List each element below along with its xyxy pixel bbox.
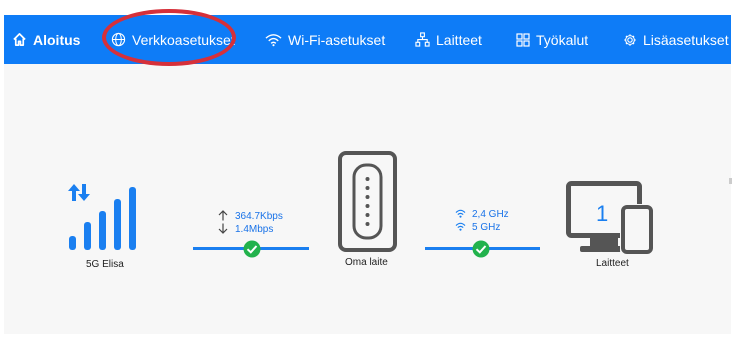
device-count: 1: [596, 201, 609, 226]
upload-speed: 364.7Kbps: [235, 211, 283, 222]
upload-arrow-icon: [218, 210, 228, 221]
lan-ok-check-icon: [472, 240, 490, 258]
download-arrow-icon: [218, 223, 228, 234]
signal-strength-icon: [68, 184, 136, 250]
highlight-annotation-circle: [102, 9, 236, 66]
nav-wifi-settings-label: Wi-Fi-asetukset: [288, 31, 386, 48]
nav-more-settings-label: Lisäasetukset: [643, 31, 729, 48]
nav-home-label: Aloitus: [33, 31, 81, 48]
grid-icon: [516, 32, 530, 47]
download-speed: 1.4Mbps: [235, 224, 274, 235]
devices-monitor-phone-icon: [566, 181, 654, 255]
nav-more-settings[interactable]: Lisäasetukset: [623, 15, 729, 64]
nav-home[interactable]: Aloitus: [12, 15, 80, 64]
wan-ok-check-icon: [243, 240, 261, 258]
nav-tools-label: Työkalut: [536, 31, 589, 48]
gear-icon: [624, 33, 636, 46]
nav-wifi-settings[interactable]: Wi-Fi-asetukset: [265, 15, 385, 64]
wifi-icon: [265, 33, 282, 46]
home-icon: [13, 33, 26, 46]
wifi-5ghz-icon: [455, 222, 466, 231]
router-icon: [338, 151, 397, 252]
router-label: Oma laite: [345, 257, 388, 268]
connected-devices-link[interactable]: 1 Laitteet: [566, 181, 656, 271]
wifi-band-5ghz: 5 GHz: [472, 222, 501, 233]
nav-devices[interactable]: Laitteet: [415, 15, 482, 64]
wifi-24ghz-icon: [455, 209, 466, 218]
scrollbar-thumb[interactable]: [729, 178, 732, 184]
devices-label: Laitteet: [596, 258, 629, 269]
nav-devices-label: Laitteet: [436, 31, 482, 48]
wifi-band-24ghz: 2,4 GHz: [472, 209, 509, 220]
operator-label: 5G Elisa: [86, 259, 124, 270]
network-tree-icon: [415, 32, 430, 47]
nav-tools[interactable]: Työkalut: [516, 15, 588, 64]
